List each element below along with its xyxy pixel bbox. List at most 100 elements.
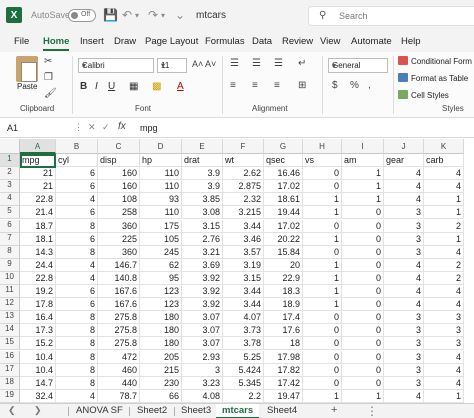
table-cell[interactable]: 2: [424, 271, 464, 285]
column-header[interactable]: G: [264, 139, 303, 154]
undo-dropdown-icon[interactable]: ▾: [135, 11, 139, 20]
cell-styles-button[interactable]: Cell Styles: [398, 90, 449, 100]
table-cell[interactable]: 1: [303, 298, 342, 312]
table-cell[interactable]: 4: [424, 285, 464, 298]
table-cell[interactable]: 3: [384, 337, 424, 351]
table-cell[interactable]: 4: [424, 350, 464, 364]
italic-icon[interactable]: I: [95, 81, 98, 92]
table-cell[interactable]: 0: [342, 206, 384, 220]
tab-help[interactable]: Help: [401, 36, 421, 47]
table-cell[interactable]: 4: [384, 298, 424, 312]
table-cell[interactable]: 167.6: [98, 285, 140, 298]
table-cell[interactable]: 3.07: [182, 311, 223, 325]
tab-review[interactable]: Review: [282, 36, 313, 47]
row-header[interactable]: 4: [0, 193, 20, 207]
table-cell[interactable]: 0: [342, 350, 384, 364]
table-cell[interactable]: 4: [424, 376, 464, 390]
table-cell[interactable]: 3: [424, 337, 464, 351]
table-cell[interactable]: 4: [56, 389, 98, 403]
tab-options-icon[interactable]: ⋮: [366, 404, 378, 418]
table-cell[interactable]: 19.44: [264, 206, 303, 220]
table-cell[interactable]: 1: [303, 285, 342, 298]
table-cell[interactable]: 18.61: [264, 193, 303, 207]
table-cell[interactable]: 1: [303, 258, 342, 272]
table-cell[interactable]: 0: [342, 376, 384, 390]
table-cell[interactable]: 93: [140, 193, 182, 207]
redo-icon[interactable]: ↷: [148, 8, 158, 22]
table-cell[interactable]: 6: [56, 206, 98, 220]
row-header[interactable]: 9: [0, 258, 20, 272]
table-cell[interactable]: 3: [384, 376, 424, 390]
customize-toolbar-icon[interactable]: ⌄: [175, 8, 185, 22]
name-box-dropdown-icon[interactable]: ⋮: [74, 122, 83, 133]
tab-home[interactable]: Home: [43, 36, 70, 51]
tab-view[interactable]: View: [320, 36, 340, 47]
table-cell[interactable]: 19.2: [20, 285, 56, 298]
table-cell[interactable]: 6: [56, 232, 98, 246]
table-cell[interactable]: 1: [342, 180, 384, 194]
percent-icon[interactable]: %: [350, 80, 359, 91]
tab-insert[interactable]: Insert: [80, 36, 104, 47]
table-cell[interactable]: 180: [140, 311, 182, 325]
table-cell[interactable]: 1: [424, 193, 464, 207]
table-cell[interactable]: 175: [140, 219, 182, 233]
select-all-corner[interactable]: [0, 139, 20, 154]
table-cell[interactable]: 3.44: [223, 285, 264, 298]
currency-format-button[interactable]: $: [332, 80, 338, 91]
table-cell[interactable]: 0: [303, 350, 342, 364]
table-cell[interactable]: 4: [384, 167, 424, 181]
table-cell[interactable]: 0: [342, 285, 384, 298]
table-cell[interactable]: 105: [140, 232, 182, 246]
row-header[interactable]: 11: [0, 285, 20, 298]
paste-button[interactable]: Paste: [17, 82, 37, 91]
table-cell[interactable]: 3.46: [223, 232, 264, 246]
table-cell[interactable]: 3.15: [182, 219, 223, 233]
tab-automate[interactable]: Automate: [351, 36, 392, 47]
table-cell[interactable]: 17.02: [264, 180, 303, 194]
row-header[interactable]: 5: [0, 206, 20, 220]
increase-font-icon[interactable]: A˄: [192, 59, 203, 69]
table-cell[interactable]: 0: [303, 337, 342, 351]
conditional-formatting-button[interactable]: Conditional Form: [398, 56, 472, 66]
table-cell[interactable]: 1: [342, 193, 384, 207]
table-cell[interactable]: 6: [56, 180, 98, 194]
tab-data[interactable]: Data: [252, 36, 272, 47]
table-cell[interactable]: 8: [56, 219, 98, 233]
table-cell[interactable]: 4: [424, 180, 464, 194]
table-cell[interactable]: 3.73: [223, 324, 264, 338]
row-header[interactable]: 6: [0, 219, 20, 233]
row-header[interactable]: 3: [0, 180, 20, 194]
merge-center-icon[interactable]: ⊞: [298, 80, 306, 91]
table-cell[interactable]: 2.62: [223, 167, 264, 181]
table-cell[interactable]: 17.3: [20, 324, 56, 338]
row-header[interactable]: 10: [0, 271, 20, 285]
table-cell[interactable]: 18.1: [20, 232, 56, 246]
header-cell[interactable]: am: [342, 154, 384, 167]
table-cell[interactable]: 17.82: [264, 363, 303, 377]
table-cell[interactable]: 21: [20, 167, 56, 181]
table-cell[interactable]: 3: [384, 363, 424, 377]
table-cell[interactable]: 21.4: [20, 206, 56, 220]
table-cell[interactable]: 1: [303, 271, 342, 285]
number-format-select[interactable]: General ▾: [328, 58, 388, 73]
table-cell[interactable]: 1: [303, 232, 342, 246]
enter-icon[interactable]: ✓: [102, 122, 110, 133]
table-cell[interactable]: 3: [424, 324, 464, 338]
table-cell[interactable]: 258: [98, 206, 140, 220]
sheet-tab-sheet2[interactable]: Sheet2: [137, 404, 167, 418]
autosave-toggle[interactable]: Off: [68, 9, 96, 22]
table-cell[interactable]: 17.6: [264, 324, 303, 338]
table-cell[interactable]: 2: [424, 258, 464, 272]
save-icon[interactable]: 💾: [103, 8, 118, 22]
table-cell[interactable]: 3.92: [182, 298, 223, 312]
header-cell[interactable]: carb: [424, 154, 464, 167]
add-sheet-icon[interactable]: +: [331, 404, 337, 416]
tab-formulas[interactable]: Formulas: [205, 36, 245, 47]
table-cell[interactable]: 1: [303, 389, 342, 403]
table-cell[interactable]: 0: [303, 245, 342, 259]
table-cell[interactable]: 95: [140, 271, 182, 285]
table-cell[interactable]: 32.4: [20, 389, 56, 403]
table-cell[interactable]: 4: [56, 193, 98, 207]
table-cell[interactable]: 215: [140, 363, 182, 377]
table-cell[interactable]: 3.07: [182, 324, 223, 338]
